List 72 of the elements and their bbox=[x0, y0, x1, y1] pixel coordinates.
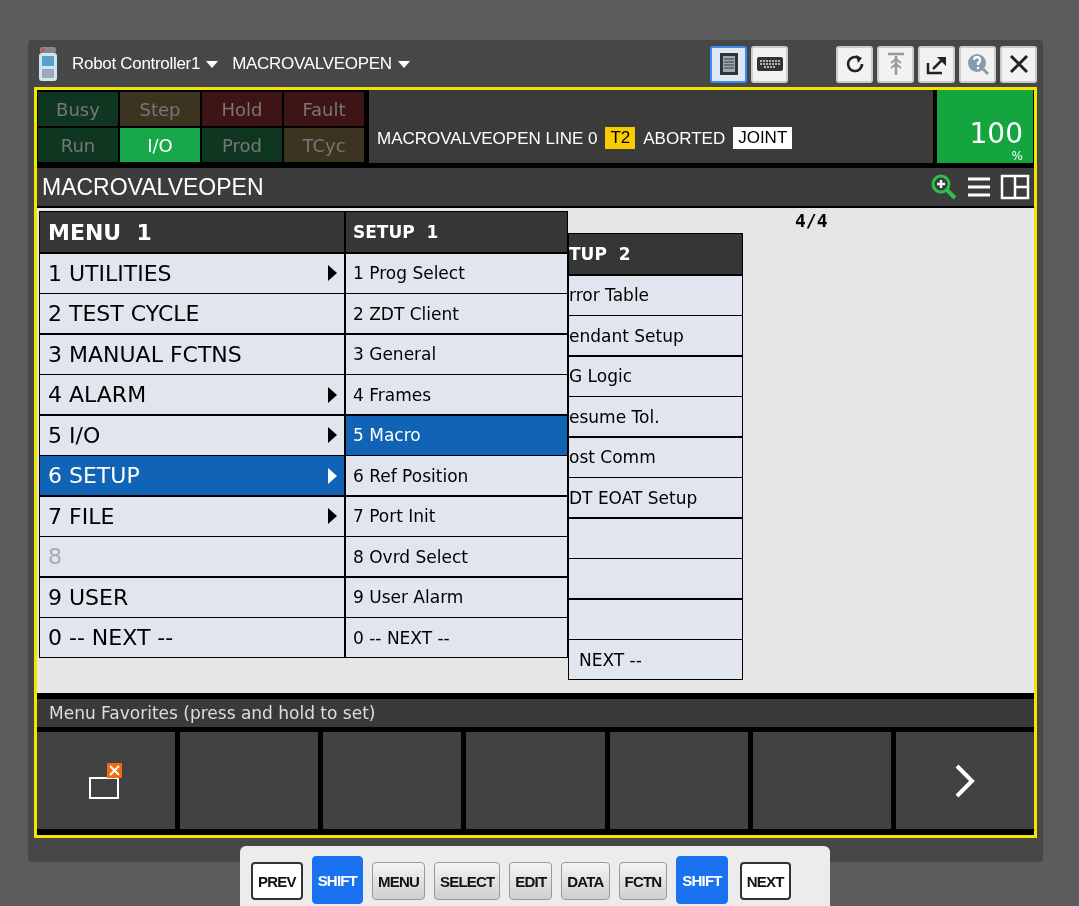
menu-item[interactable]: 1 UTILITIES bbox=[40, 253, 344, 293]
status-lamp: Run bbox=[38, 128, 118, 162]
export-button[interactable] bbox=[918, 45, 955, 83]
function-key[interactable] bbox=[37, 732, 176, 829]
menu-item[interactable]: 5 I/O bbox=[40, 415, 344, 455]
pendant-key[interactable]: PREV bbox=[251, 862, 303, 900]
menu-item[interactable]: 6 Ref Position bbox=[346, 456, 567, 495]
menu-item[interactable]: 4 Frames bbox=[346, 375, 567, 414]
menu-item[interactable]: 3 MANUAL FCTNS bbox=[40, 334, 344, 374]
favorites-bar: Menu Favorites (press and hold to set) bbox=[37, 699, 1034, 727]
status-lamp: I/O bbox=[120, 128, 200, 162]
menu-item[interactable]: 8 Ovrd Select bbox=[346, 537, 567, 576]
pendant-key[interactable]: SHIFT bbox=[676, 856, 728, 904]
pendant-key[interactable]: EDIT bbox=[509, 862, 553, 900]
menu-header: TUP 2 bbox=[569, 234, 742, 274]
menu-item[interactable]: 9 User Alarm bbox=[346, 577, 567, 617]
menu-header: SETUP 1 bbox=[346, 212, 567, 252]
menu-item[interactable]: ost Comm bbox=[569, 437, 742, 477]
menu-item[interactable]: DT EOAT Setup bbox=[569, 478, 742, 517]
status-lamp: Fault bbox=[284, 92, 364, 126]
screen-title: MACROVALVEOPEN bbox=[42, 173, 264, 201]
menu-item[interactable]: 7 Port Init bbox=[346, 496, 567, 536]
menu-item[interactable]: G Logic bbox=[569, 356, 742, 396]
menu-item[interactable]: 0 -- NEXT -- bbox=[40, 618, 344, 657]
status-lamp: TCyc bbox=[284, 128, 364, 162]
menu-header: MENU 1 bbox=[40, 212, 344, 252]
menu-item[interactable]: 6 SETUP bbox=[40, 456, 344, 495]
chevron-right-icon bbox=[953, 762, 976, 799]
menu-icon[interactable] bbox=[966, 175, 992, 199]
split-view-icon[interactable] bbox=[1000, 174, 1030, 200]
pendant-icon bbox=[38, 47, 58, 81]
pendant-key[interactable]: MENU bbox=[372, 862, 425, 900]
help-button[interactable] bbox=[959, 45, 996, 83]
pendant-key[interactable]: NEXT bbox=[739, 862, 791, 900]
menu-item[interactable]: rror Table bbox=[569, 275, 742, 315]
state-text: ABORTED bbox=[643, 129, 726, 149]
pendant-key[interactable]: SELECT bbox=[433, 862, 501, 900]
close-window-icon bbox=[89, 761, 124, 800]
menu-item[interactable]: 2 ZDT Client bbox=[346, 294, 567, 333]
program-line-text: MACROVALVEOPEN LINE 0 bbox=[377, 129, 598, 149]
menu-item[interactable]: esume Tol. bbox=[569, 397, 742, 436]
pendant-key[interactable]: DATA bbox=[561, 862, 610, 900]
menu-item[interactable]: 4 ALARM bbox=[40, 375, 344, 414]
refresh-button[interactable] bbox=[836, 45, 873, 83]
coord-badge: JOINT bbox=[733, 127, 793, 149]
pendant-key[interactable]: FCTN bbox=[618, 862, 668, 900]
menu-item[interactable]: 0 -- NEXT -- bbox=[346, 618, 567, 657]
program-dropdown[interactable]: MACROVALVEOPEN bbox=[232, 54, 410, 74]
menu-item[interactable]: 1 Prog Select bbox=[346, 253, 567, 293]
menu-item[interactable]: 5 Macro bbox=[346, 415, 567, 455]
mode-badge: T2 bbox=[605, 127, 636, 149]
keyboard-button[interactable] bbox=[751, 45, 788, 83]
controller-dropdown[interactable]: Robot Controller1 bbox=[72, 54, 219, 74]
keyboard-icon bbox=[755, 54, 784, 74]
menu-item[interactable]: 9 USER bbox=[40, 577, 344, 617]
close-button[interactable] bbox=[1000, 45, 1037, 83]
menu-item[interactable]: NEXT -- bbox=[569, 640, 742, 679]
status-lamp: Busy bbox=[38, 92, 118, 126]
status-lamp: Hold bbox=[202, 92, 282, 126]
page-counter: 4/4 bbox=[795, 210, 828, 231]
hold-button[interactable] bbox=[877, 45, 914, 83]
menu-item[interactable]: 2 TEST CYCLE bbox=[40, 294, 344, 333]
zoom-in-icon[interactable] bbox=[930, 173, 958, 201]
pendant-key[interactable]: SHIFT bbox=[311, 856, 363, 904]
menu-item[interactable]: 7 FILE bbox=[40, 496, 344, 536]
caret-icon bbox=[206, 60, 219, 68]
tablet-icon-button[interactable] bbox=[710, 45, 747, 83]
caret-icon bbox=[397, 60, 410, 68]
status-lamp: Step bbox=[120, 92, 200, 126]
status-lamp: Prod bbox=[202, 128, 282, 162]
menu-item[interactable]: endant Setup bbox=[569, 316, 742, 355]
menu-item[interactable]: 3 General bbox=[346, 334, 567, 374]
